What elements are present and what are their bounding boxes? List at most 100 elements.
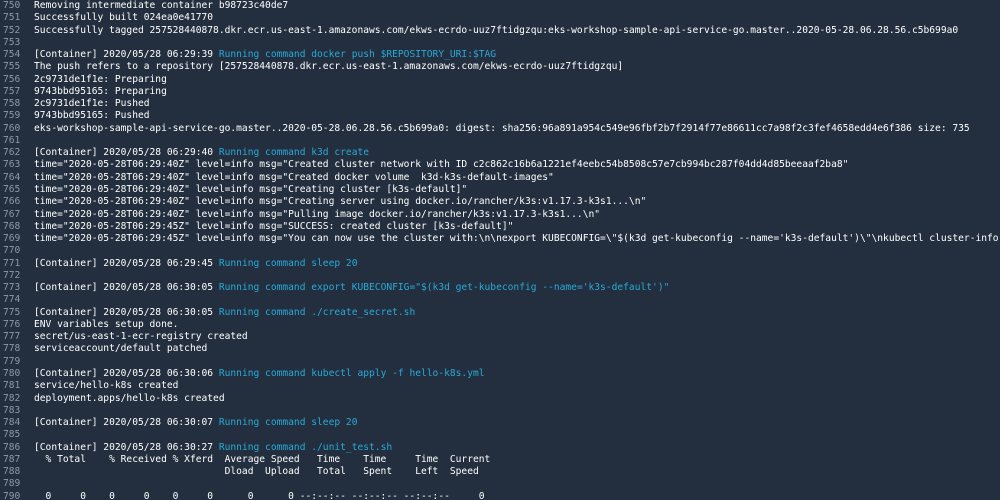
line-number: 788 [3,466,21,478]
log-line: 754 [Container] 2020/05/28 06:29:39 Runni… [0,49,1000,61]
line-number: 768 [3,220,21,232]
log-text: [Container] 2020/05/28 06:30:05 [34,306,219,318]
log-line: 776 ENV variables setup done. [0,319,1000,331]
build-log-terminal: 750 Removing intermediate container b9872… [0,0,1000,500]
line-number: 750 [3,0,21,11]
log-text: [Container] 2020/05/28 06:30:06 [34,367,219,379]
log-text: serviceaccount/default patched [34,343,208,355]
line-number: 760 [3,122,21,134]
log-line: 774 [0,294,1000,306]
line-number: 771 [3,257,21,269]
line-number: 785 [3,429,21,441]
log-lines: 750 Removing intermediate container b9872… [0,0,1000,500]
log-text: time="2020-05-28T06:29:40Z" level=info m… [34,183,468,195]
log-line: 771 [Container] 2020/05/28 06:29:45 Runni… [0,258,1000,270]
line-number: 776 [3,318,21,330]
log-text: eks-workshop-sample-api-service-go.maste… [34,122,970,134]
line-number: 778 [3,343,21,355]
log-line: 790 0 0 0 0 0 0 0 0 --:--:-- --:--:-- --… [0,491,1000,500]
line-number: 783 [3,404,21,416]
log-text: [Container] 2020/05/28 06:30:27 [34,441,219,453]
log-line: 761 [0,135,1000,147]
log-text: time="2020-05-28T06:29:45Z" level=info m… [34,233,1000,245]
log-line: 779 [0,356,1000,368]
log-line: 763 time="2020-05-28T06:29:40Z" level=inf… [0,159,1000,171]
log-line: 762 [Container] 2020/05/28 06:29:40 Runni… [0,147,1000,159]
line-number: 751 [3,12,21,24]
line-number: 763 [3,159,21,171]
line-number: 770 [3,245,21,257]
log-text: [Container] 2020/05/28 06:30:07 [34,417,219,429]
running-command-text: Running command sleep 20 [218,417,358,429]
line-number: 773 [3,282,21,294]
log-text: Successfully tagged 257528440878.dkr.ecr… [34,24,959,36]
line-number: 781 [3,380,21,392]
running-command-text: Running command docker push $REPOSITORY_… [218,49,497,61]
log-text: time="2020-05-28T06:29:40Z" level=info m… [34,171,554,183]
log-text: deployment.apps/hello-k8s created [34,392,225,404]
line-number: 786 [3,441,21,453]
log-line: 787 % Total % Received % Xferd Average S… [0,454,1000,466]
running-command-text: Running command sleep 20 [218,257,358,269]
log-text: [Container] 2020/05/28 06:29:39 [34,49,219,61]
log-line: 767 time="2020-05-28T06:29:40Z" level=inf… [0,209,1000,221]
log-line: 758 2c9731de1f1e: Pushed [0,98,1000,110]
log-text: [Container] 2020/05/28 06:30:05 [34,282,219,294]
log-line: 770 [0,245,1000,257]
line-number: 762 [3,147,21,159]
log-text: ENV variables setup done. [34,318,179,330]
log-line: 778 serviceaccount/default patched [0,343,1000,355]
log-line: 757 9743bbd95165: Preparing [0,86,1000,98]
log-line: 752 Successfully tagged 257528440878.dkr.… [0,25,1000,37]
line-number: 757 [3,85,21,97]
line-number: 782 [3,392,21,404]
log-line: 781 service/hello-k8s created [0,380,1000,392]
log-line: 777 secret/us-east-1-ecr-registry created [0,331,1000,343]
log-line: 750 Removing intermediate container b9872… [0,0,1000,12]
running-command-text: Running command kubectl apply -f hello-k… [218,367,485,379]
log-text: time="2020-05-28T06:29:40Z" level=info m… [34,208,601,220]
line-number: 759 [3,110,21,122]
line-number: 775 [3,306,21,318]
log-text: % Total % Received % Xferd Average Speed… [34,453,491,465]
line-number: 787 [3,453,21,465]
line-number: 772 [3,269,21,281]
log-line: 764 time="2020-05-28T06:29:40Z" level=inf… [0,172,1000,184]
log-line: 751 Successfully built 024ea0e41770 [0,12,1000,24]
line-number: 765 [3,183,21,195]
log-text: secret/us-east-1-ecr-registry created [34,331,248,343]
log-line: 780 [Container] 2020/05/28 06:30:06 Runni… [0,368,1000,380]
log-line: 769 time="2020-05-28T06:29:45Z" level=inf… [0,233,1000,245]
log-line: 785 [0,429,1000,441]
line-number: 761 [3,134,21,146]
line-number: 766 [3,196,21,208]
running-command-text: Running command export KUBECONFIG="$(k3d… [218,282,670,294]
line-number: 758 [3,98,21,110]
log-line: 756 2c9731de1f1e: Preparing [0,74,1000,86]
log-line: 765 time="2020-05-28T06:29:40Z" level=inf… [0,184,1000,196]
line-number: 779 [3,355,21,367]
log-text: [Container] 2020/05/28 06:29:40 [34,147,219,159]
log-text: 2c9731de1f1e: Preparing [34,73,167,85]
log-text: time="2020-05-28T06:29:40Z" level=info m… [34,159,849,171]
log-text: 9743bbd95165: Pushed [34,110,150,122]
line-number: 754 [3,49,21,61]
log-line: 782 deployment.apps/hello-k8s created [0,393,1000,405]
line-number: 774 [3,294,21,306]
line-number: 752 [3,24,21,36]
running-command-text: Running command ./unit_test.sh [218,441,393,453]
line-number: 764 [3,171,21,183]
log-line: 784 [Container] 2020/05/28 06:30:07 Runni… [0,417,1000,429]
line-number: 784 [3,417,21,429]
log-line: 760 eks-workshop-sample-api-service-go.ma… [0,123,1000,135]
log-text: Removing intermediate container b98723c4… [34,0,289,11]
log-text: service/hello-k8s created [34,380,179,392]
line-number: 755 [3,61,21,73]
log-text: The push refers to a repository [2575284… [34,61,624,73]
log-line: 759 9743bbd95165: Pushed [0,110,1000,122]
log-text: 0 0 0 0 0 0 0 0 --:--:-- --:--:-- --:--:… [34,490,485,500]
log-line: 773 [Container] 2020/05/28 06:30:05 Runni… [0,282,1000,294]
running-command-text: Running command k3d create [218,147,370,159]
line-number: 769 [3,233,21,245]
line-number: 753 [3,36,21,48]
